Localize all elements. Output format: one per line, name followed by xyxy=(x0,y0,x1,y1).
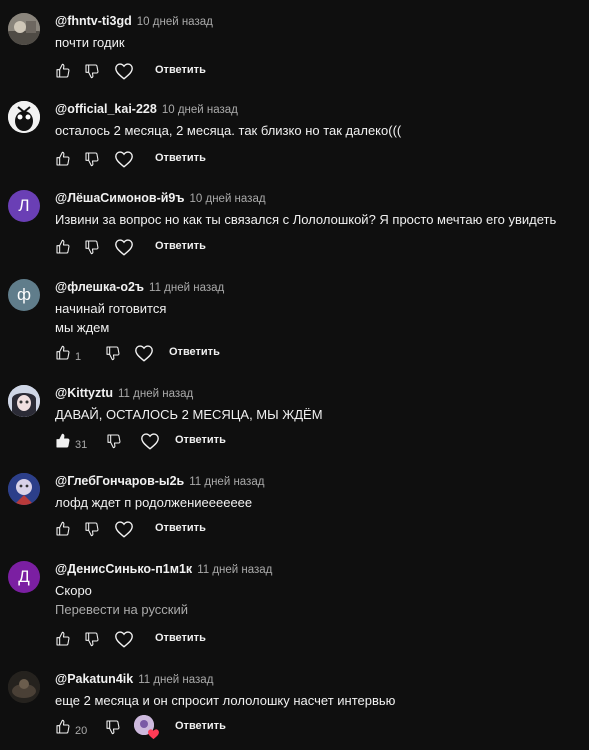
avatar-letter: Л xyxy=(18,196,30,215)
comment-author[interactable]: @ЛёшаСимонов-й9ъ xyxy=(55,191,185,205)
like-icon[interactable] xyxy=(55,631,71,647)
dislike-icon[interactable] xyxy=(105,719,121,735)
like-count: 31 xyxy=(75,439,88,451)
character-avatar-icon[interactable] xyxy=(8,101,40,133)
comment-actions: Ответить xyxy=(55,149,355,169)
heart-icon[interactable] xyxy=(114,150,134,168)
translate-link[interactable]: Перевести на русский xyxy=(55,602,188,617)
comment-text: лофд ждет п родолжениеееееее xyxy=(55,493,252,512)
like-icon[interactable] xyxy=(55,521,71,537)
comment-actions: Ответить xyxy=(55,629,355,649)
creator-heart-icon[interactable] xyxy=(134,715,159,740)
comment-header: @ДенисСинько-п1м1к 11 дней назад xyxy=(55,561,272,578)
comment-text-line: еще 2 месяца и он спросит лололошку насч… xyxy=(55,693,396,708)
heart-icon[interactable] xyxy=(134,344,154,362)
comment-text-line: ДАВАЙ, ОСТАЛОСЬ 2 МЕСЯЦА, МЫ ЖДЁМ xyxy=(55,407,323,422)
comment-time[interactable]: 10 дней назад xyxy=(137,16,213,28)
heart-icon[interactable] xyxy=(114,62,134,80)
comment-author[interactable]: @Kittyztu xyxy=(55,386,113,400)
like-icon[interactable] xyxy=(55,151,71,167)
heart-icon[interactable] xyxy=(114,238,134,256)
comment-text-line: Скоро xyxy=(55,583,92,598)
comment-author[interactable]: @official_kai-228 xyxy=(55,102,157,116)
comment-time[interactable]: 10 дней назад xyxy=(190,193,266,205)
comment-author[interactable]: @ГлебГончаров-ы2ь xyxy=(55,474,184,488)
like-icon[interactable] xyxy=(55,239,71,255)
avatar[interactable]: Д xyxy=(8,561,40,593)
heart-icon[interactable] xyxy=(114,630,134,648)
art-avatar-icon[interactable] xyxy=(8,473,40,505)
comment-actions: Ответить xyxy=(55,61,355,81)
reply-button[interactable]: Ответить xyxy=(155,64,206,76)
comment-text-line: начинай готовится xyxy=(55,301,167,316)
comment-header: @ГлебГончаров-ы2ь 11 дней назад xyxy=(55,473,264,490)
dislike-icon[interactable] xyxy=(84,239,100,255)
comment-time[interactable]: 11 дней назад xyxy=(197,564,272,576)
reply-button[interactable]: Ответить xyxy=(155,152,206,164)
comment-header: @Pakatun4ik 11 дней назад xyxy=(55,671,213,688)
comment-author[interactable]: @флешка-о2ъ xyxy=(55,280,144,294)
comment-text: Извини за вопрос но как ты связался с Ло… xyxy=(55,210,556,229)
comment-time[interactable]: 11 дней назад xyxy=(149,282,224,294)
reply-button[interactable]: Ответить xyxy=(175,434,226,446)
anime-avatar-icon[interactable] xyxy=(8,385,40,417)
heart-icon[interactable] xyxy=(114,520,134,538)
comment-time[interactable]: 11 дней назад xyxy=(138,674,213,686)
comment-text: почти годик xyxy=(55,33,125,52)
like-count: 20 xyxy=(75,725,88,737)
dislike-icon[interactable] xyxy=(84,151,100,167)
dislike-icon[interactable] xyxy=(105,345,121,361)
dislike-icon[interactable] xyxy=(84,631,100,647)
avatar-letter: Д xyxy=(18,567,30,586)
comment-author[interactable]: @ДенисСинько-п1м1к xyxy=(55,562,192,576)
reply-button[interactable]: Ответить xyxy=(175,720,226,732)
heart-icon[interactable] xyxy=(140,432,160,450)
comment-text: еще 2 месяца и он спросит лололошку насч… xyxy=(55,691,395,710)
comment-text-line: почти годик xyxy=(55,35,125,50)
avatar[interactable]: Л xyxy=(8,190,40,222)
like-count: 1 xyxy=(75,351,82,363)
comment-header: @official_kai-228 10 дней назад xyxy=(55,101,238,118)
comment-time[interactable]: 11 дней назад xyxy=(118,388,193,400)
avatar-letter: ф xyxy=(17,285,31,304)
reply-button[interactable]: Ответить xyxy=(155,522,206,534)
comment-text: осталось 2 месяца, 2 месяца. так близко … xyxy=(55,121,401,140)
comment-time[interactable]: 10 дней назад xyxy=(162,104,238,116)
comment-text: начинай готовится мы ждем xyxy=(55,299,166,337)
comment-text-line: мы ждем xyxy=(55,320,110,335)
reply-button[interactable]: Ответить xyxy=(155,240,206,252)
comment-text: Скоро xyxy=(55,581,92,600)
dark-photo-avatar-icon[interactable] xyxy=(8,671,40,703)
avatar[interactable]: ф xyxy=(8,279,40,311)
comment-actions: 31 Ответить xyxy=(55,431,355,451)
dislike-icon[interactable] xyxy=(84,63,100,79)
dislike-icon[interactable] xyxy=(106,433,122,449)
comment-header: @ЛёшаСимонов-й9ъ 10 дней назад xyxy=(55,190,266,207)
comment-actions: 20 Ответить xyxy=(55,715,355,740)
comment-text-line: Извини за вопрос но как ты связался с Ло… xyxy=(55,212,557,227)
comment-actions: 1 Ответить xyxy=(55,343,355,363)
comment-author[interactable]: @Pakatun4ik xyxy=(55,672,133,686)
comment-header: @Kittyztu 11 дней назад xyxy=(55,385,193,402)
reply-button[interactable]: Ответить xyxy=(169,346,220,358)
comment-header: @fhntv-ti3gd 10 дней назад xyxy=(55,13,213,30)
comment-header: @флешка-о2ъ 11 дней назад xyxy=(55,279,224,296)
comment-text: ДАВАЙ, ОСТАЛОСЬ 2 МЕСЯЦА, МЫ ЖДЁМ xyxy=(55,405,323,424)
comment-actions: Ответить xyxy=(55,519,355,539)
reply-button[interactable]: Ответить xyxy=(155,632,206,644)
comment-actions: Ответить xyxy=(55,237,355,257)
comment-text-line: осталось 2 месяца, 2 месяца. так близко … xyxy=(55,123,402,138)
photo-avatar-icon[interactable] xyxy=(8,13,40,45)
comment-time[interactable]: 11 дней назад xyxy=(189,476,264,488)
dislike-icon[interactable] xyxy=(84,521,100,537)
like-icon[interactable] xyxy=(55,63,71,79)
comment-author[interactable]: @fhntv-ti3gd xyxy=(55,14,132,28)
comment-text-line: лофд ждет п родолжениеееееее xyxy=(55,495,253,510)
